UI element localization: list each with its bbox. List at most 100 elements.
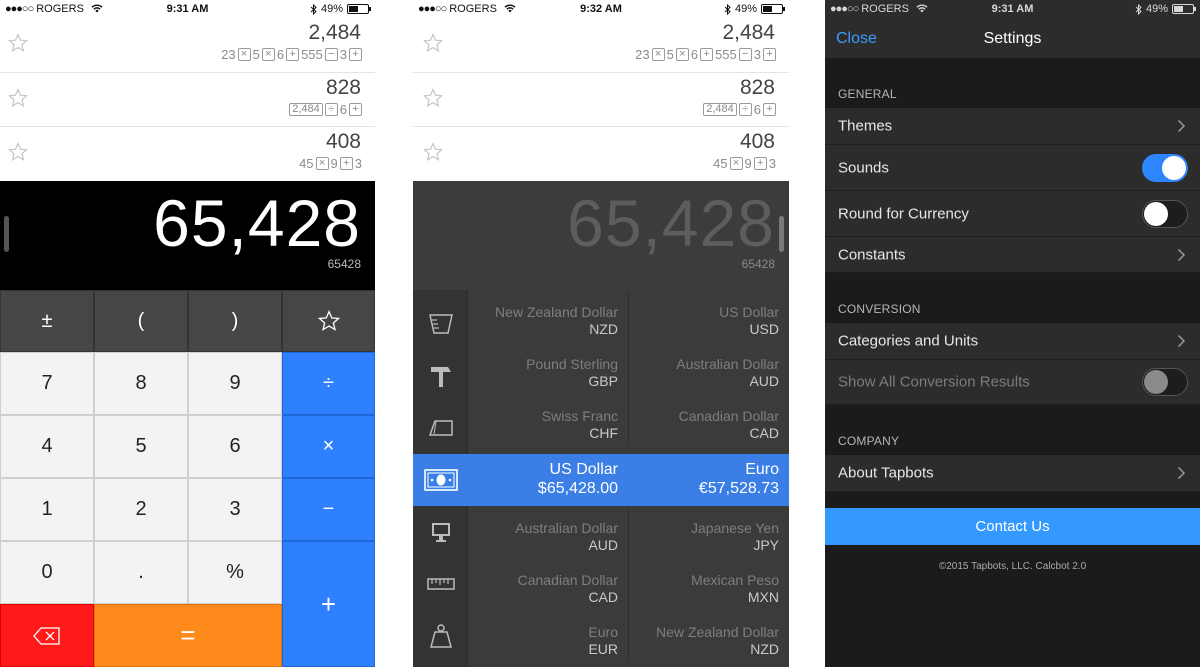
status-bar: ●●●○○ ROGERS 9:31 AM 49% xyxy=(0,0,375,18)
multiply-key[interactable]: × xyxy=(282,415,375,478)
show-all-results-label: Show All Conversion Results xyxy=(838,373,1030,391)
history-row[interactable]: 2,484 23 × 5 × 6 + 555 − 3 + xyxy=(413,18,789,73)
bluetooth-icon xyxy=(724,3,731,15)
plus-key[interactable]: + xyxy=(282,541,375,667)
constants-label: Constants xyxy=(838,246,906,263)
conversion-row-selected[interactable]: US Dollar $65,428.00 Euro €57,528.73 xyxy=(468,454,789,506)
category-computer[interactable] xyxy=(413,506,468,558)
sounds-toggle[interactable] xyxy=(1142,153,1188,182)
to-unit-code: CAD xyxy=(749,425,779,441)
show-all-results-toggle[interactable] xyxy=(1142,368,1188,396)
conversion-row[interactable]: Swiss Franc CHF Canadian Dollar CAD xyxy=(468,394,789,446)
history-result: 828 xyxy=(325,75,361,99)
key-1[interactable]: 1 xyxy=(0,478,94,541)
display-raw-value: 65428 xyxy=(741,257,775,271)
plus-minus-key[interactable]: ± xyxy=(0,290,94,352)
conversion-panel: New Zealand Dollar NZD US Dollar USD Pound… xyxy=(413,290,789,667)
operand: 3 xyxy=(354,156,362,171)
conversion-row[interactable]: Euro EUR New Zealand Dollar NZD xyxy=(468,610,789,662)
bluetooth-icon xyxy=(1135,3,1142,15)
to-unit-code: JPY xyxy=(753,537,779,553)
key-9[interactable]: 9 xyxy=(188,352,282,415)
key-0[interactable]: 0 xyxy=(0,541,94,604)
categories-units-row[interactable]: Categories and Units xyxy=(825,323,1200,360)
star-icon[interactable] xyxy=(8,33,28,53)
page-title: Settings xyxy=(983,30,1042,47)
drawer-handle[interactable] xyxy=(779,216,784,252)
key-4[interactable]: 4 xyxy=(0,415,94,478)
operator-badge: × xyxy=(651,48,665,61)
category-volume[interactable] xyxy=(413,298,468,350)
star-icon[interactable] xyxy=(8,87,28,108)
bluetooth-icon xyxy=(310,3,317,15)
show-all-results-row: Show All Conversion Results xyxy=(825,360,1200,405)
decimal-key[interactable]: . xyxy=(94,541,188,604)
operand: 9 xyxy=(330,156,338,171)
equals-key[interactable]: = xyxy=(94,604,282,667)
operator-badge: × xyxy=(237,48,251,61)
star-icon[interactable] xyxy=(423,142,443,162)
result-display[interactable]: 65,428 65428 xyxy=(0,181,375,290)
about-label: About Tapbots xyxy=(838,464,934,482)
about-row[interactable]: About Tapbots xyxy=(825,455,1200,492)
result-display[interactable]: 65,428 65428 xyxy=(413,181,789,290)
star-icon[interactable] xyxy=(423,87,443,108)
conversion-row[interactable]: Canadian Dollar CAD Mexican Peso MXN xyxy=(468,558,789,610)
category-length[interactable] xyxy=(413,558,468,610)
category-area[interactable] xyxy=(413,402,468,454)
from-unit-name: Euro xyxy=(588,624,618,640)
history-result: 828 xyxy=(739,75,775,99)
key-7[interactable]: 7 xyxy=(0,352,94,415)
battery-icon xyxy=(347,4,371,14)
contact-us-button[interactable]: Contact Us xyxy=(825,508,1200,545)
key-3[interactable]: 3 xyxy=(188,478,282,541)
operator-badge: × xyxy=(261,48,275,61)
display-value: 65,428 xyxy=(153,186,361,260)
to-unit-code: MXN xyxy=(747,589,779,605)
history-row[interactable]: 408 45 × 9 + 3 xyxy=(0,127,375,182)
round-currency-toggle[interactable] xyxy=(1142,199,1188,228)
operand: 5 xyxy=(666,47,674,62)
history-row[interactable]: 408 45 × 9 + 3 xyxy=(413,127,789,182)
to-unit-name: Australian Dollar xyxy=(676,356,779,372)
delete-key[interactable] xyxy=(0,604,94,667)
key-5[interactable]: 5 xyxy=(94,415,188,478)
operator-badge: + xyxy=(763,102,776,116)
history-expression: 45 × 9 + 3 xyxy=(713,156,776,171)
area-icon xyxy=(428,420,453,436)
operand: 5 xyxy=(252,47,260,62)
from-unit-code: GBP xyxy=(588,373,618,389)
operand: 555 xyxy=(301,47,323,62)
star-icon[interactable] xyxy=(8,142,28,162)
section-header-conversion: CONVERSION xyxy=(838,302,921,316)
conversion-row[interactable]: Pound Sterling GBP Australian Dollar AUD xyxy=(468,342,789,394)
conversion-screen: ●●●○○ ROGERS 9:32 AM 49% 2,484 23 × 5 × 6… xyxy=(413,0,789,667)
history-row[interactable]: 828 2,484 ÷ 6 + xyxy=(413,72,789,127)
star-icon[interactable] xyxy=(423,33,443,53)
key-6[interactable]: 6 xyxy=(188,415,282,478)
category-hammer[interactable] xyxy=(413,350,468,402)
close-paren-key[interactable]: ) xyxy=(188,290,282,352)
key-8[interactable]: 8 xyxy=(94,352,188,415)
chevron-right-icon xyxy=(1177,466,1186,480)
conversion-row[interactable]: New Zealand Dollar NZD US Dollar USD xyxy=(468,290,789,342)
themes-row[interactable]: Themes xyxy=(825,108,1200,145)
category-weight[interactable] xyxy=(413,610,468,662)
conversion-row[interactable]: Australian Dollar AUD Japanese Yen JPY xyxy=(468,506,789,558)
history-row[interactable]: 828 2,484 ÷ 6 + xyxy=(0,72,375,127)
from-unit-code: AUD xyxy=(588,537,618,553)
history-result: 408 xyxy=(739,130,775,153)
category-currency[interactable] xyxy=(413,454,468,506)
minus-key[interactable]: − xyxy=(282,478,375,541)
favorite-key[interactable] xyxy=(282,290,375,352)
length-icon xyxy=(426,578,455,590)
operand: 9 xyxy=(744,156,752,171)
history-row[interactable]: 2,484 23 × 5 × 6 + 555 − 3 + xyxy=(0,18,375,73)
constants-row[interactable]: Constants xyxy=(825,237,1200,273)
drawer-handle[interactable] xyxy=(4,216,9,252)
divide-key[interactable]: ÷ xyxy=(282,352,375,415)
operator-badge: + xyxy=(763,48,776,61)
percent-key[interactable]: % xyxy=(188,541,282,604)
open-paren-key[interactable]: ( xyxy=(94,290,188,352)
key-2[interactable]: 2 xyxy=(94,478,188,541)
